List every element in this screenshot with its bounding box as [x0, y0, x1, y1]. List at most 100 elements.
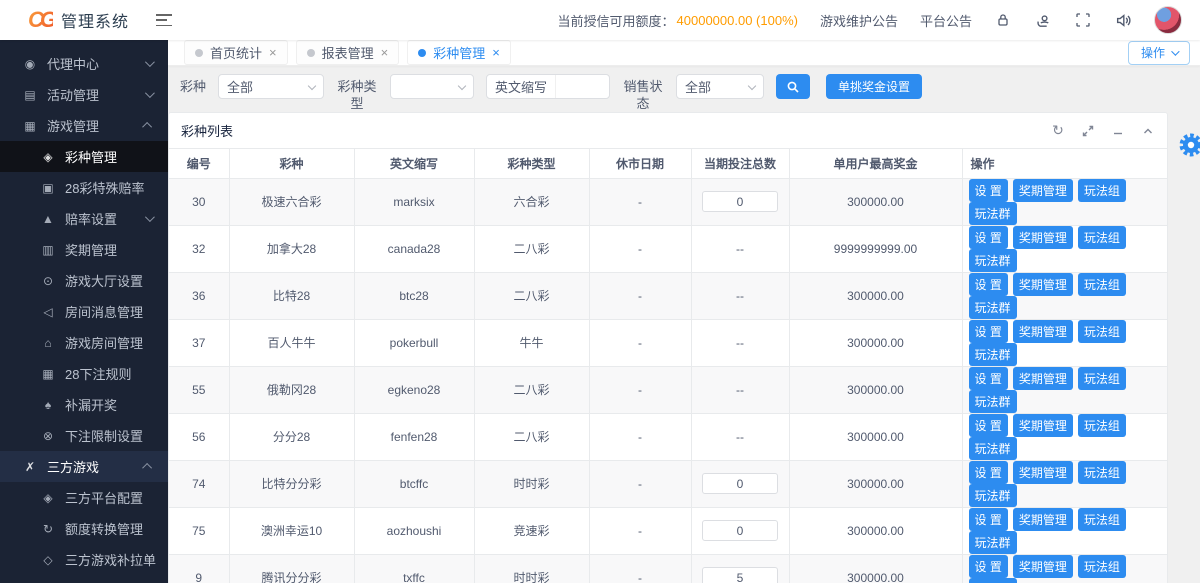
search-button[interactable] — [776, 74, 810, 99]
sidebar-item-agent[interactable]: ◉代理中心 — [0, 48, 168, 79]
sidebar-item-hall[interactable]: ⊙游戏大厅设置 — [0, 265, 168, 296]
period-manage-button[interactable]: 奖期管理 — [1013, 320, 1073, 343]
platform-notice-link[interactable]: 平台公告 — [920, 11, 972, 30]
theme-settings-gear-icon[interactable] — [1177, 131, 1200, 159]
app-logo[interactable]: CG 管理系统 — [0, 7, 130, 33]
play-group-button[interactable]: 玩法组 — [1078, 414, 1126, 437]
minimize-icon[interactable] — [1111, 124, 1125, 138]
period-manage-button[interactable]: 奖期管理 — [1013, 367, 1073, 390]
play-cluster-button[interactable]: 玩法群 — [969, 390, 1017, 413]
sidebar-item-game[interactable]: ▦游戏管理 — [0, 110, 168, 141]
settings-button[interactable]: 设 置 — [969, 367, 1008, 390]
play-group-button[interactable]: 玩法组 — [1078, 226, 1126, 249]
sidebar-item-room[interactable]: ⌂游戏房间管理 — [0, 327, 168, 358]
user-avatar[interactable] — [1154, 6, 1182, 34]
settings-button[interactable]: 设 置 — [969, 555, 1008, 578]
sidebar-item-platform[interactable]: ◈三方平台配置 — [0, 482, 168, 513]
sidebar-item-odds[interactable]: ▲赔率设置 — [0, 203, 168, 234]
tab-首页统计[interactable]: 首页统计× — [184, 40, 288, 65]
sidebar-item-label: 下注限制设置 — [65, 426, 143, 445]
sidebar-item-pullorder[interactable]: ◇三方游戏补拉单 — [0, 544, 168, 575]
settings-button[interactable]: 设 置 — [969, 179, 1008, 202]
play-group-button[interactable]: 玩法组 — [1078, 508, 1126, 531]
sidebar-collapse-icon[interactable] — [156, 14, 172, 26]
close-icon[interactable]: × — [269, 46, 277, 59]
fullscreen-icon[interactable] — [1074, 11, 1092, 29]
period-manage-button[interactable]: 奖期管理 — [1013, 555, 1073, 578]
cell-id: 36 — [169, 272, 229, 319]
chevron-up-icon — [142, 463, 152, 473]
settings-button[interactable]: 设 置 — [969, 414, 1008, 437]
thirdparty-icon: ✗ — [22, 460, 38, 474]
single-prize-settings-button[interactable]: 单挑奖金设置 — [826, 74, 922, 99]
operations-dropdown-button[interactable]: 操作 — [1128, 41, 1190, 65]
collapse-icon[interactable] — [1141, 124, 1155, 138]
period-manage-button[interactable]: 奖期管理 — [1013, 414, 1073, 437]
sidebar-item-period[interactable]: ▥奖期管理 — [0, 234, 168, 265]
play-group-button[interactable]: 玩法组 — [1078, 179, 1126, 202]
play-cluster-button[interactable]: 玩法群 — [969, 578, 1017, 583]
play-cluster-button[interactable]: 玩法群 — [969, 249, 1017, 272]
close-icon[interactable]: × — [381, 46, 389, 59]
tab-彩种管理[interactable]: 彩种管理× — [407, 40, 511, 65]
sidebar-item-activity[interactable]: ▤活动管理 — [0, 79, 168, 110]
play-group-button[interactable]: 玩法组 — [1078, 367, 1126, 390]
cell-max-prize: 300000.00 — [789, 178, 962, 225]
sidebar-item-lottery[interactable]: ◈彩种管理 — [0, 141, 168, 172]
play-cluster-button[interactable]: 玩法群 — [969, 484, 1017, 507]
settings-button[interactable]: 设 置 — [969, 508, 1008, 531]
current-bets-input[interactable] — [702, 567, 778, 583]
chevron-down-icon — [748, 82, 756, 90]
sidebar-item-transfer[interactable]: ↻额度转换管理 — [0, 513, 168, 544]
play-cluster-button[interactable]: 玩法群 — [969, 343, 1017, 366]
period-manage-button[interactable]: 奖期管理 — [1013, 508, 1073, 531]
english-abbr-input[interactable] — [555, 75, 609, 98]
settings-button[interactable]: 设 置 — [969, 226, 1008, 249]
tab-status-dot — [418, 49, 426, 57]
cell-closed-date: - — [589, 178, 691, 225]
play-cluster-button[interactable]: 玩法群 — [969, 531, 1017, 554]
tab-报表管理[interactable]: 报表管理× — [296, 40, 400, 65]
sidebar-item-label: 游戏房间管理 — [65, 333, 143, 352]
expand-icon[interactable] — [1081, 124, 1095, 138]
play-group-button[interactable]: 玩法组 — [1078, 320, 1126, 343]
period-manage-button[interactable]: 奖期管理 — [1013, 461, 1073, 484]
current-bets-input[interactable] — [702, 520, 778, 541]
settings-button[interactable]: 设 置 — [969, 320, 1008, 343]
period-manage-button[interactable]: 奖期管理 — [1013, 273, 1073, 296]
refresh-icon[interactable]: ↻ — [1051, 124, 1065, 138]
play-group-button[interactable]: 玩法组 — [1078, 273, 1126, 296]
sidebar-item-label: 奖期管理 — [65, 240, 117, 259]
close-icon[interactable]: × — [492, 46, 500, 59]
status-filter-label: 销售状态 — [622, 74, 664, 112]
sidebar-item-thirdparty[interactable]: ✗三方游戏 — [0, 451, 168, 482]
current-bets-input[interactable] — [702, 473, 778, 494]
play-group-button[interactable]: 玩法组 — [1078, 461, 1126, 484]
sidebar-item-label: 游戏大厅设置 — [65, 271, 143, 290]
cell-max-prize: 9999999999.00 — [789, 225, 962, 272]
lottery-select[interactable]: 全部 — [218, 74, 324, 99]
play-cluster-button[interactable]: 玩法群 — [969, 296, 1017, 319]
maintenance-notice-link[interactable]: 游戏维护公告 — [820, 11, 898, 30]
lock-icon[interactable] — [994, 11, 1012, 29]
settings-button[interactable]: 设 置 — [969, 461, 1008, 484]
sound-icon[interactable] — [1114, 11, 1132, 29]
play-group-button[interactable]: 玩法组 — [1078, 555, 1126, 578]
sidebar-item-message[interactable]: ◁房间消息管理 — [0, 296, 168, 327]
cell-lottery-type: 二八彩 — [474, 413, 589, 460]
play-cluster-button[interactable]: 玩法群 — [969, 202, 1017, 225]
period-manage-button[interactable]: 奖期管理 — [1013, 226, 1073, 249]
sidebar-item-draw[interactable]: ♠补漏开奖 — [0, 389, 168, 420]
sidebar-item-limit[interactable]: ⊗下注限制设置 — [0, 420, 168, 451]
lottery-type-select[interactable] — [390, 74, 474, 99]
tab-status-dot — [307, 49, 315, 57]
play-cluster-button[interactable]: 玩法群 — [969, 437, 1017, 460]
sale-status-select[interactable]: 全部 — [676, 74, 764, 99]
sidebar-item-odds28[interactable]: ▣28彩特殊赔率 — [0, 172, 168, 203]
sidebar-item-label: 活动管理 — [47, 85, 99, 104]
current-bets-input[interactable] — [702, 191, 778, 212]
service-icon[interactable] — [1034, 11, 1052, 29]
sidebar-item-rules[interactable]: ▦28下注规则 — [0, 358, 168, 389]
settings-button[interactable]: 设 置 — [969, 273, 1008, 296]
period-manage-button[interactable]: 奖期管理 — [1013, 179, 1073, 202]
